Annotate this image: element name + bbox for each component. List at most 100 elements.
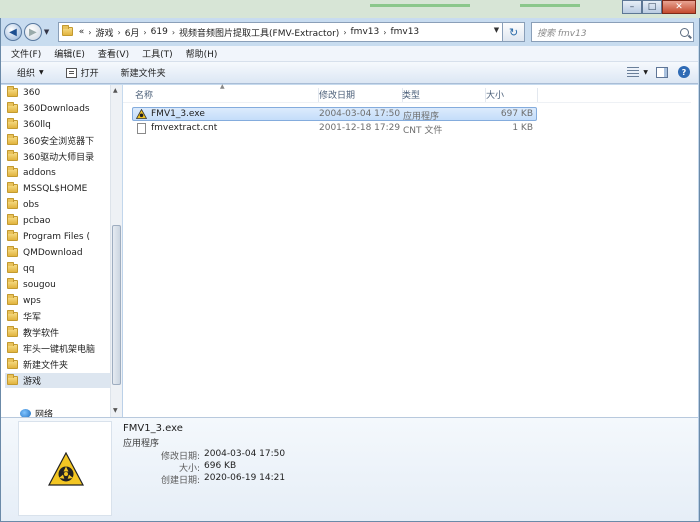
forward-button[interactable]: ▶ [23, 23, 42, 41]
breadcrumb-separator[interactable]: › [143, 28, 146, 37]
nav-folder-item[interactable]: wps [7, 293, 115, 308]
menu-edit[interactable]: 编辑(E) [54, 47, 85, 60]
folder-icon [7, 214, 18, 225]
nav-folder-item[interactable]: 360驱动大师目录 [7, 149, 115, 164]
scroll-down-icon[interactable]: ▼ [113, 407, 118, 414]
file-list[interactable]: ▲ 名称 修改日期 类型 大小 FMV1_3.exe 2004-03-04 17… [123, 83, 691, 417]
nav-folder-label: 新建文件夹 [23, 361, 69, 371]
menu-bar: 文件(F) 编辑(E) 查看(V) 工具(T) 帮助(H) [1, 46, 698, 62]
nav-folder-label: 360Downloads [23, 103, 90, 114]
folder-icon [7, 182, 18, 193]
breadcrumb-separator[interactable]: › [383, 28, 386, 37]
menu-file[interactable]: 文件(F) [11, 47, 41, 60]
nav-folder-label: addons [23, 167, 56, 178]
column-header-name[interactable]: 名称 [135, 88, 319, 102]
chevron-down-icon: ▼ [39, 69, 44, 76]
network-icon [20, 409, 31, 417]
organize-button[interactable]: 组织 ▼ [17, 66, 44, 79]
nav-folder-label: sougou [23, 279, 56, 290]
change-view-icon[interactable] [627, 67, 640, 77]
column-header-type[interactable]: 类型 [402, 88, 486, 102]
address-dropdown-icon[interactable]: ▼ [494, 26, 499, 34]
folder-icon [7, 262, 18, 273]
folder-icon [7, 118, 18, 129]
minimize-button[interactable]: – [622, 0, 642, 14]
folder-icon [7, 134, 18, 145]
column-header-size[interactable]: 大小 [486, 88, 538, 102]
new-folder-button[interactable]: 新建文件夹 [121, 66, 166, 79]
breadcrumb-overflow[interactable]: « [79, 27, 85, 37]
menu-view[interactable]: 查看(V) [98, 47, 129, 60]
view-options-chevron-icon[interactable]: ▼ [643, 69, 648, 76]
breadcrumb: « › 游戏 › 6月 › 619 › 视频音频图片提取工具(FMV-Extra… [79, 26, 419, 39]
nav-folder-item[interactable]: 360 [7, 85, 115, 100]
search-icon[interactable] [680, 27, 690, 37]
nav-folder-item[interactable]: Program Files ( [7, 229, 115, 244]
nav-folder-item[interactable]: 牢头一键机架电脑 [7, 341, 115, 356]
exe-large-icon [48, 452, 84, 486]
breadcrumb-item[interactable]: 6月 [125, 26, 140, 39]
nav-folder-item[interactable]: addons [7, 165, 115, 180]
breadcrumb-separator[interactable]: › [117, 28, 120, 37]
nav-folder-item[interactable]: 新建文件夹 [7, 357, 115, 372]
breadcrumb-item[interactable]: fmv13 [390, 27, 419, 37]
nav-folder-item[interactable]: QMDownload [7, 245, 115, 260]
new-folder-label: 新建文件夹 [120, 69, 166, 79]
file-row[interactable]: fmvextract.cnt 2001-12-18 17:29 CNT 文件 1… [132, 122, 537, 136]
open-button[interactable]: 打开 [65, 66, 99, 79]
breadcrumb-item[interactable]: 619 [151, 27, 168, 37]
menu-help[interactable]: 帮助(H) [186, 47, 218, 60]
file-list-scroll-edge [691, 85, 698, 417]
nav-folder-label: obs [23, 199, 39, 210]
command-bar: 组织 ▼ 打开 新建文件夹 ▼ ? [1, 62, 698, 84]
nav-network-label: 网络 [35, 410, 54, 417]
breadcrumb-item[interactable]: fmv13 [351, 27, 380, 37]
nav-folder-label: 牢头一键机架电脑 [23, 345, 96, 355]
nav-folder-item[interactable]: 360Downloads [7, 101, 115, 116]
nav-folder-item[interactable]: sougou [7, 277, 115, 292]
scroll-up-icon[interactable]: ▲ [113, 87, 118, 94]
breadcrumb-separator[interactable]: › [88, 28, 91, 37]
file-type: CNT 文件 [403, 126, 443, 136]
nav-folder-label: MSSQL$HOME [23, 183, 88, 194]
recent-pages-dropdown[interactable]: ▼ [44, 28, 54, 36]
preview-pane-icon[interactable] [656, 66, 668, 78]
column-header-modified[interactable]: 修改日期 [319, 88, 403, 102]
breadcrumb-item[interactable]: 游戏 [95, 26, 113, 39]
breadcrumb-item[interactable]: 视频音频图片提取工具(FMV-Extractor) [179, 26, 339, 39]
address-bar[interactable]: « › 游戏 › 6月 › 619 › 视频音频图片提取工具(FMV-Extra… [57, 22, 504, 42]
organize-label: 组织 [17, 69, 36, 79]
nav-folder-item[interactable]: pcbao [7, 213, 115, 228]
nav-folder-item[interactable]: obs [7, 197, 115, 212]
file-modified: 2001-12-18 17:29 [319, 123, 401, 133]
refresh-button[interactable]: ↻ [503, 22, 525, 42]
nav-folder-item[interactable]: qq [7, 261, 115, 276]
search-placeholder: 搜索 fmv13 [536, 28, 587, 39]
desktop-decoration [520, 4, 580, 7]
nav-folder-item[interactable]: 360llq [7, 117, 115, 132]
nav-folder-label: 360 [23, 87, 41, 98]
breadcrumb-separator[interactable]: › [172, 28, 175, 37]
back-button[interactable]: ◀ [4, 23, 22, 41]
file-name: fmvextract.cnt [151, 123, 218, 133]
file-row-selected[interactable]: FMV1_3.exe 2004-03-04 17:50 应用程序 697 KB [132, 107, 537, 122]
nav-scrollbar-thumb[interactable] [112, 225, 121, 385]
exe-warning-icon [136, 109, 147, 119]
nav-item-network[interactable]: 网络 [20, 407, 53, 417]
navigation-pane[interactable]: 360 360Downloads 360llq 360安全浏览器下 360驱动大… [1, 85, 122, 417]
help-icon[interactable]: ? [678, 66, 690, 78]
nav-folder-item[interactable]: MSSQL$HOME [7, 181, 115, 196]
folder-icon [7, 294, 18, 305]
details-file-name: FMV1_3.exe [123, 423, 183, 434]
details-thumbnail-frame [18, 421, 112, 516]
search-input[interactable]: 搜索 fmv13 [530, 22, 695, 42]
nav-folder-item[interactable]: 360安全浏览器下 [7, 133, 115, 148]
nav-scrollbar[interactable]: ▲ ▼ [110, 85, 122, 417]
nav-folder-item[interactable]: 教学软件 [7, 325, 115, 340]
nav-folder-item[interactable]: 华军 [7, 309, 115, 324]
breadcrumb-separator[interactable]: › [343, 28, 346, 37]
menu-tools[interactable]: 工具(T) [142, 47, 173, 60]
close-button[interactable]: ✕ [662, 0, 696, 14]
nav-folder-item-selected[interactable]: 游戏 [5, 373, 117, 388]
maximize-button[interactable]: □ [642, 0, 662, 14]
